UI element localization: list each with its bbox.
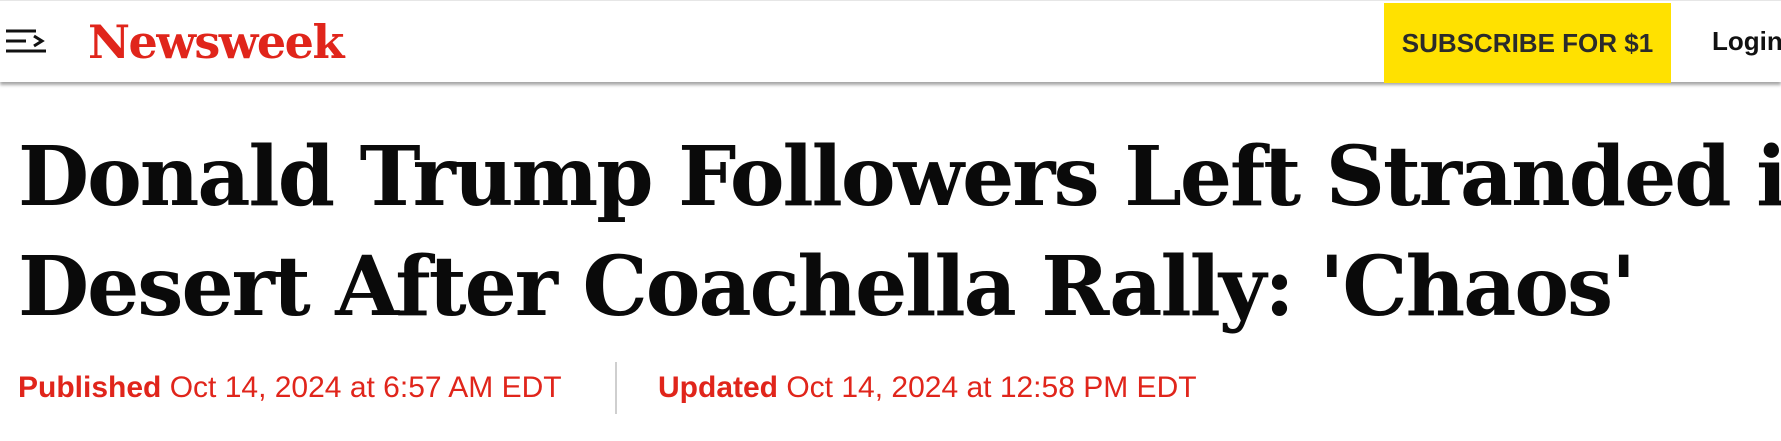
published-info: Published Oct 14, 2024 at 6:57 AM EDT	[18, 366, 562, 410]
updated-date: Oct 14, 2024 at 12:58 PM EDT	[786, 371, 1197, 404]
published-date: Oct 14, 2024 at 6:57 AM EDT	[169, 371, 562, 404]
article-headline: Donald Trump Followers Left Stranded in …	[18, 122, 1781, 342]
logo-text: Newsweek	[88, 15, 344, 69]
site-header: Newsweek. SUBSCRIBE FOR $1 Login	[0, 0, 1781, 83]
updated-label: Updated	[658, 371, 778, 404]
subscribe-button[interactable]: SUBSCRIBE FOR $1	[1384, 3, 1671, 83]
published-label: Published	[18, 371, 162, 404]
headline-line-1: Donald Trump Followers Left Stranded in	[18, 129, 1781, 225]
menu-icon[interactable]	[6, 27, 50, 57]
logo-period: .	[342, 50, 347, 61]
headline-line-2: Desert After Coachella Rally: 'Chaos'	[18, 239, 1636, 335]
newsweek-logo[interactable]: Newsweek.	[88, 12, 346, 86]
login-link[interactable]: Login	[1712, 23, 1781, 59]
dateline-divider	[615, 362, 617, 414]
updated-info: Updated Oct 14, 2024 at 12:58 PM EDT	[658, 366, 1197, 410]
